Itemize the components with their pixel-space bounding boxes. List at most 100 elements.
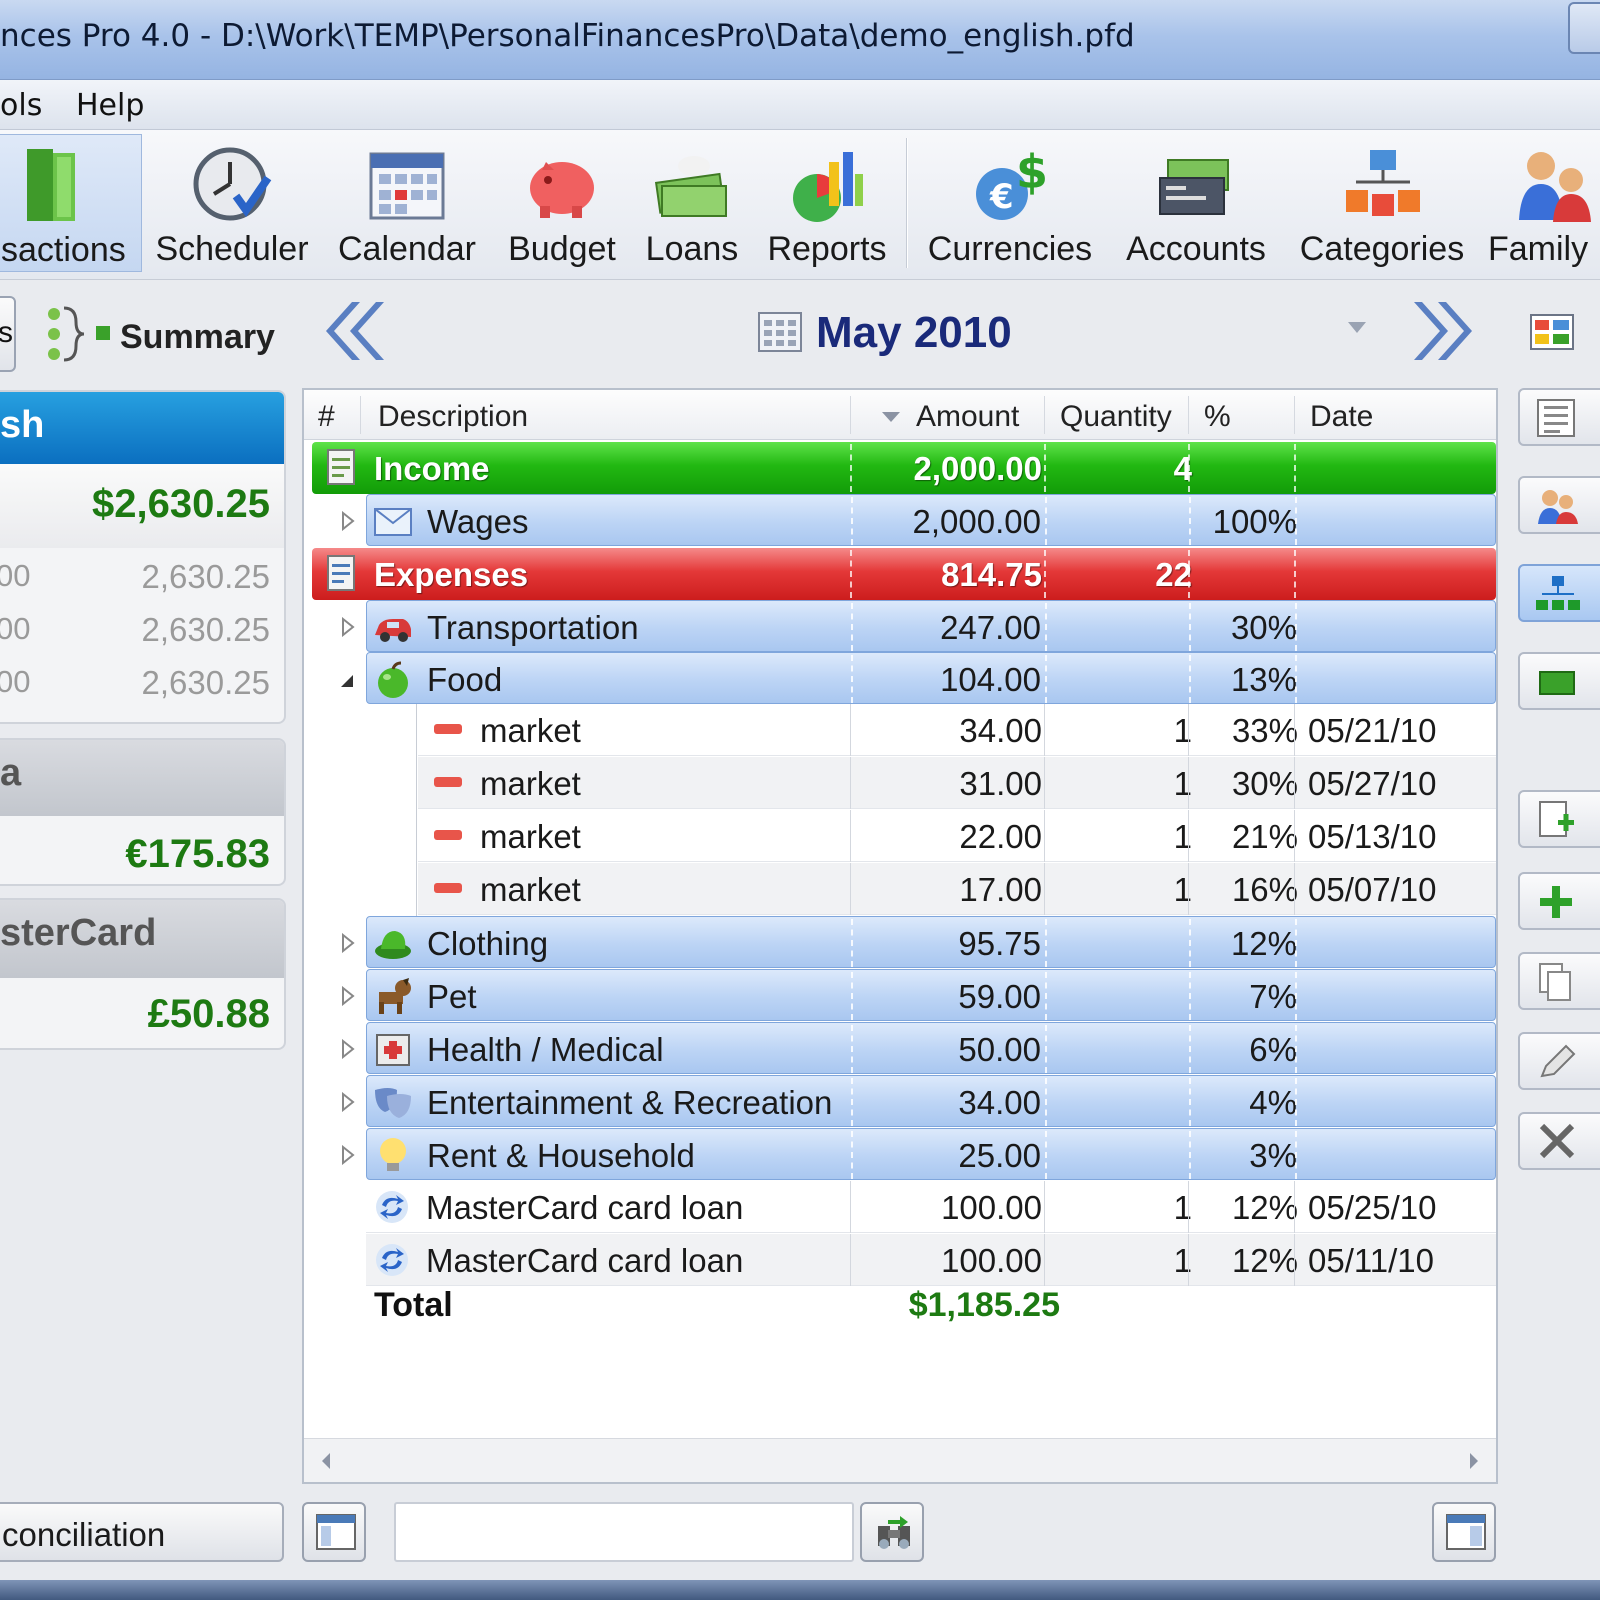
column-divider [1188, 444, 1190, 492]
find-button[interactable] [860, 1502, 924, 1562]
edit-button[interactable] [1518, 1032, 1600, 1090]
expand-arrow-icon[interactable] [341, 511, 355, 531]
grid-line [1294, 1181, 1295, 1233]
transaction-row[interactable]: market 22.00 1 21% 05/13/10 [418, 810, 1496, 862]
toolbar-currencies-label: Currencies [927, 230, 1093, 268]
menu-help[interactable]: Help [76, 88, 144, 123]
expenses-quantity: 22 [1155, 556, 1192, 593]
transaction-label: MasterCard card loan [426, 1189, 744, 1226]
add-transaction-button[interactable] [1518, 872, 1600, 930]
grid-line [1044, 757, 1045, 809]
summary-label: Summary [120, 318, 275, 356]
expand-arrow-icon[interactable] [341, 617, 355, 637]
dog-icon [379, 978, 411, 1014]
grid-line [1188, 863, 1189, 915]
column-header-date[interactable]: Date [1310, 400, 1373, 434]
menu-tools[interactable]: ols [0, 88, 42, 123]
account-card-visa[interactable]: a €175.83 [0, 738, 286, 886]
transfer-icon [376, 1191, 408, 1223]
toolbar-scheduler-button[interactable]: Scheduler [150, 134, 314, 272]
category-row-rent[interactable]: Rent & Household 25.00 3% [342, 1128, 1496, 1180]
toolbar-family-button[interactable]: Family [1488, 134, 1600, 272]
grid-line [1294, 810, 1295, 862]
grid-line [850, 704, 851, 756]
green-money-icon [1539, 671, 1575, 695]
panel-layout-button[interactable] [1432, 1502, 1496, 1562]
transaction-amount: 31.00 [959, 765, 1042, 802]
delete-button[interactable] [1518, 1112, 1600, 1170]
category-row-transportation[interactable]: Transportation 247.00 30% [342, 600, 1496, 652]
pencil-icon [1540, 1044, 1576, 1078]
left-tab-button[interactable]: s [0, 296, 16, 372]
category-row-food[interactable]: Food 104.00 13% [341, 652, 1496, 704]
previous-month-icon[interactable] [318, 296, 388, 366]
month-dropdown-icon[interactable] [1348, 322, 1366, 333]
window-layout-button[interactable] [302, 1502, 366, 1562]
column-header-number[interactable]: # [318, 400, 335, 434]
total-label: Total [374, 1286, 453, 1324]
expand-arrow-icon[interactable] [341, 1145, 355, 1165]
account-view-button[interactable] [1518, 652, 1600, 710]
transaction-row[interactable]: MasterCard card loan 100.00 1 12% 05/11/… [366, 1234, 1496, 1286]
category-row-clothing[interactable]: Clothing 95.75 12% [342, 916, 1496, 968]
scroll-right-icon[interactable] [1470, 1453, 1478, 1469]
list-view-button[interactable] [1518, 388, 1600, 446]
toolbar-budget-button[interactable]: Budget [496, 134, 628, 272]
column-divider [850, 444, 852, 492]
column-divider [1188, 550, 1190, 598]
toolbar-categories-button[interactable]: Categories [1294, 134, 1470, 272]
toolbar-calendar-button[interactable]: Calendar [332, 134, 482, 272]
column-header-percent[interactable]: % [1204, 400, 1231, 434]
month-label: May 2010 [816, 308, 1012, 357]
grid-line [1044, 810, 1045, 862]
expand-arrow-icon[interactable] [341, 986, 355, 1006]
next-month-icon[interactable] [1410, 296, 1480, 366]
minus-icon [434, 777, 462, 787]
transaction-quantity: 1 [1173, 1242, 1192, 1279]
column-header-description[interactable]: Description [378, 400, 528, 434]
horizontal-scrollbar[interactable] [304, 1438, 1496, 1482]
category-tree-view-button[interactable] [1518, 564, 1600, 622]
transaction-date: 05/13/10 [1308, 818, 1437, 855]
expenses-group-row[interactable]: Expenses 814.75 22 [312, 548, 1496, 600]
people-icon [1538, 490, 1578, 524]
masks-icon [375, 1088, 411, 1118]
transaction-row[interactable]: market 17.00 1 16% 05/07/10 [418, 863, 1496, 915]
search-input[interactable] [394, 1502, 854, 1562]
column-header-amount[interactable]: Amount [916, 400, 1019, 434]
account-card-cash[interactable]: sh $2,630.25 002,630.25 002,630.25 002,6… [0, 390, 286, 724]
expand-arrow-icon[interactable] [341, 1092, 355, 1112]
column-divider [850, 550, 852, 598]
add-document-button[interactable] [1518, 790, 1600, 848]
transaction-row[interactable]: market 31.00 1 30% 05/27/10 [418, 757, 1496, 809]
column-header-quantity[interactable]: Quantity [1060, 400, 1172, 434]
grid-line [850, 1181, 851, 1233]
grid-line [1044, 1234, 1045, 1286]
view-layout-icon[interactable] [1530, 314, 1574, 350]
collapse-arrow-icon[interactable] [339, 671, 353, 691]
transaction-row[interactable]: market 34.00 1 33% 05/21/10 [418, 704, 1496, 756]
toolbar-currencies-button[interactable]: € $ Currencies [922, 134, 1098, 272]
toolbar-transactions-button[interactable]: sactions [0, 134, 142, 272]
expand-arrow-icon[interactable] [341, 1039, 355, 1059]
column-divider [1295, 497, 1297, 545]
family-view-button[interactable] [1518, 476, 1600, 534]
transaction-date: 05/27/10 [1308, 765, 1437, 802]
expand-arrow-icon[interactable] [341, 933, 355, 953]
copy-button[interactable] [1518, 952, 1600, 1010]
toolbar-loans-button[interactable]: Loans [636, 134, 748, 272]
transactions-grid: # Description Amount Quantity % Date Inc… [302, 388, 1498, 1484]
category-row-entertainment[interactable]: Entertainment & Recreation 34.00 4% [342, 1075, 1496, 1127]
category-row-wages[interactable]: Wages 2,000.00 100% [342, 494, 1496, 546]
scroll-left-icon[interactable] [322, 1453, 330, 1469]
toolbar-reports-button[interactable]: Reports [762, 134, 892, 272]
expense-document-icon [327, 555, 355, 591]
window-control-button[interactable] [1568, 2, 1600, 54]
toolbar-accounts-button[interactable]: Accounts [1120, 134, 1272, 272]
income-group-row[interactable]: Income 2,000.00 4 [312, 442, 1496, 494]
reconciliation-button[interactable]: conciliation [0, 1502, 284, 1562]
category-row-pet[interactable]: Pet 59.00 7% [342, 969, 1496, 1021]
category-row-health[interactable]: Health / Medical 50.00 6% [342, 1022, 1496, 1074]
transaction-row[interactable]: MasterCard card loan 100.00 1 12% 05/25/… [366, 1181, 1496, 1233]
account-card-mastercard[interactable]: sterCard £50.88 [0, 898, 286, 1050]
